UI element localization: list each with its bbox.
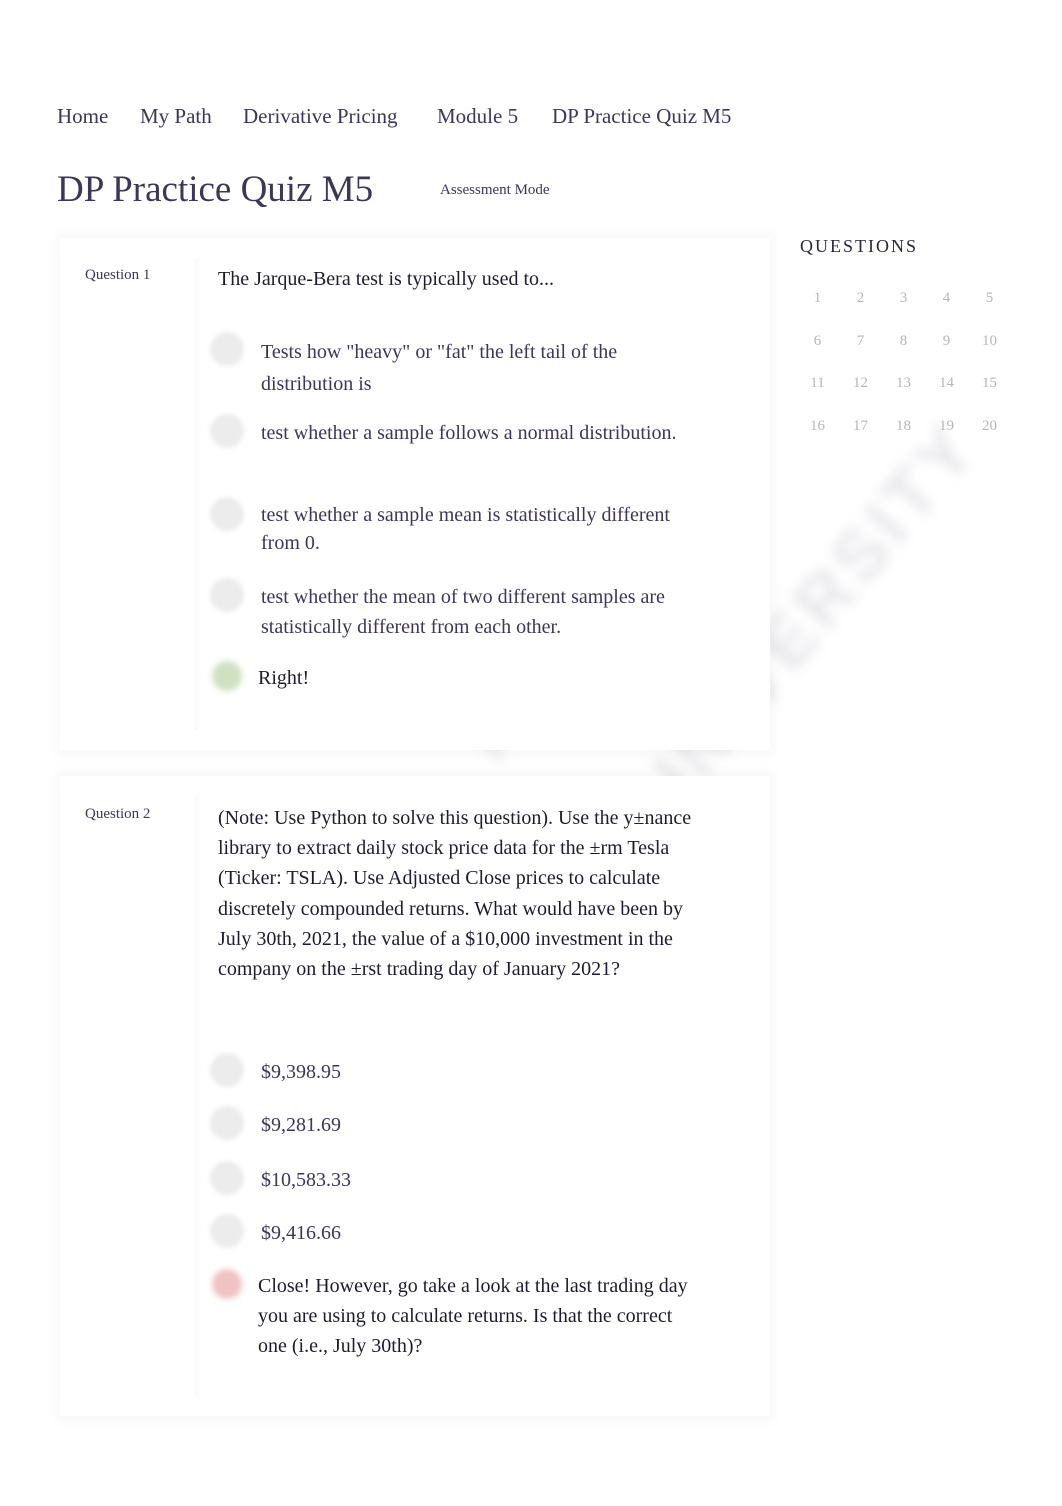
option-text: test whether a sample follows a normal d… bbox=[261, 422, 677, 444]
answer-option[interactable]: test whether a sample mean is statistica… bbox=[210, 497, 681, 557]
questions-nav-title: QUESTIONS bbox=[800, 236, 919, 256]
option-text: test whether a sample mean is statistica… bbox=[261, 504, 670, 554]
correct-check-icon bbox=[212, 661, 242, 691]
question-nav-link[interactable]: 8 bbox=[882, 331, 925, 352]
question-nav-link[interactable]: 4 bbox=[925, 288, 968, 309]
question-nav-link[interactable]: 20 bbox=[968, 416, 1011, 437]
feedback-text: Right! bbox=[258, 667, 310, 689]
option-text: $9,398.95 bbox=[261, 1061, 341, 1083]
question-nav-link[interactable]: 7 bbox=[839, 331, 882, 352]
question-navigator: 1 2 3 4 5 6 7 8 9 10 11 12 13 14 15 16 1… bbox=[796, 288, 1011, 437]
question-nav-link[interactable]: 16 bbox=[796, 416, 839, 437]
question-card-2: Question 2 (Note: Use Python to solve th… bbox=[60, 776, 770, 1416]
question-nav-link[interactable]: 11 bbox=[796, 373, 839, 394]
page-title: DP Practice Quiz M5 bbox=[57, 169, 374, 210]
question-label: Question 2 bbox=[85, 806, 151, 822]
answer-option[interactable]: $10,583.33 bbox=[210, 1161, 681, 1195]
question-nav-link[interactable]: 10 bbox=[968, 331, 1011, 352]
answer-option[interactable]: $9,398.95 bbox=[210, 1053, 681, 1087]
question-nav-link[interactable]: 14 bbox=[925, 373, 968, 394]
option-text: $9,416.66 bbox=[261, 1222, 341, 1244]
question-nav-link[interactable]: 13 bbox=[882, 373, 925, 394]
assessment-mode-label: Assessment Mode bbox=[440, 182, 550, 198]
question-nav-link[interactable]: 3 bbox=[882, 288, 925, 309]
radio-button-icon[interactable] bbox=[210, 578, 244, 612]
breadcrumb-module-5[interactable]: Module 5 bbox=[437, 104, 518, 129]
radio-button-icon[interactable] bbox=[210, 332, 244, 366]
option-text: test whether the mean of two different s… bbox=[261, 586, 665, 638]
breadcrumb-current-quiz[interactable]: DP Practice Quiz M5 bbox=[552, 104, 731, 129]
question-nav-link[interactable]: 6 bbox=[796, 331, 839, 352]
radio-button-icon[interactable] bbox=[210, 497, 244, 531]
question-nav-link[interactable]: 12 bbox=[839, 373, 882, 394]
radio-button-icon[interactable] bbox=[210, 1053, 244, 1087]
question-card-1: Question 1 The Jarque-Bera test is typic… bbox=[60, 238, 770, 750]
question-nav-link[interactable]: 9 bbox=[925, 331, 968, 352]
question-nav-link[interactable]: 17 bbox=[839, 416, 882, 437]
answer-option[interactable]: $9,281.69 bbox=[210, 1106, 681, 1140]
question-nav-link[interactable]: 5 bbox=[968, 288, 1011, 309]
card-divider bbox=[195, 796, 201, 1396]
answer-feedback: Close! However, go take a look at the la… bbox=[212, 1269, 698, 1361]
radio-button-icon[interactable] bbox=[210, 414, 244, 448]
radio-button-icon[interactable] bbox=[210, 1161, 244, 1195]
question-nav-link[interactable]: 18 bbox=[882, 416, 925, 437]
question-nav-link[interactable]: 2 bbox=[839, 288, 882, 309]
option-text: Tests how "heavy" or "fat" the left tail… bbox=[261, 341, 618, 395]
radio-button-icon[interactable] bbox=[210, 1106, 244, 1140]
feedback-text: Close! However, go take a look at the la… bbox=[258, 1275, 688, 1357]
breadcrumb-my-path[interactable]: My Path bbox=[140, 104, 212, 129]
option-text: $9,281.69 bbox=[261, 1114, 341, 1136]
card-divider bbox=[195, 258, 201, 730]
question-nav-link[interactable]: 15 bbox=[968, 373, 1011, 394]
answer-option[interactable]: test whether the mean of two different s… bbox=[210, 578, 681, 642]
incorrect-x-icon bbox=[212, 1269, 242, 1299]
question-nav-link[interactable]: 19 bbox=[925, 416, 968, 437]
breadcrumb-home[interactable]: Home bbox=[57, 104, 108, 129]
option-text: $10,583.33 bbox=[261, 1169, 351, 1191]
answer-option[interactable]: $9,416.66 bbox=[210, 1214, 681, 1248]
question-text: (Note: Use Python to solve this question… bbox=[218, 807, 692, 981]
answer-option[interactable]: test whether a sample follows a normal d… bbox=[210, 414, 681, 448]
answer-feedback: Right! bbox=[212, 661, 698, 693]
answer-option[interactable]: Tests how "heavy" or "fat" the left tail… bbox=[210, 332, 681, 400]
question-nav-link[interactable]: 1 bbox=[796, 288, 839, 309]
radio-button-icon[interactable] bbox=[210, 1214, 244, 1248]
breadcrumb-derivative-pricing[interactable]: Derivative Pricing bbox=[243, 104, 398, 129]
question-label: Question 1 bbox=[85, 267, 151, 283]
question-text: The Jarque-Bera test is typically used t… bbox=[218, 268, 555, 290]
